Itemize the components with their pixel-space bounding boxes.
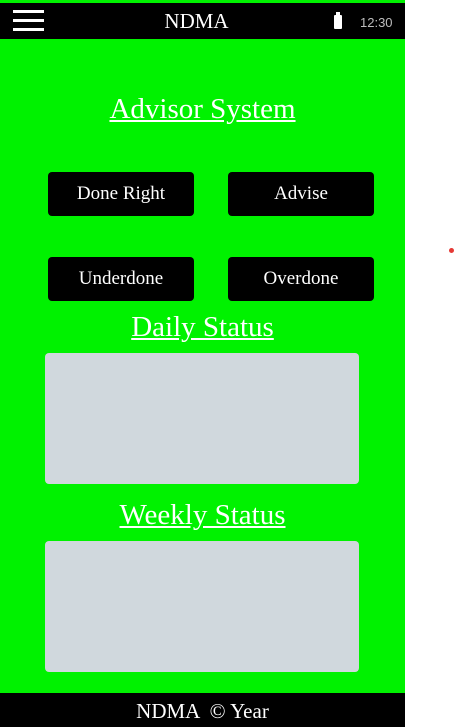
status-time: 12:30 (360, 15, 393, 30)
daily-status-panel (45, 353, 359, 484)
overdone-button[interactable]: Overdone (228, 257, 374, 301)
daily-status-heading: Daily Status (131, 311, 274, 343)
weekly-status-heading: Weekly Status (119, 499, 286, 531)
footer: NDMA © Year (0, 693, 405, 727)
weekly-status-panel (45, 541, 359, 672)
done-right-button[interactable]: Done Right (48, 172, 194, 216)
underdone-button[interactable]: Underdone (48, 257, 194, 301)
top-app-bar: NDMA 12:30 (0, 3, 405, 39)
app-screen: NDMA 12:30 Advisor System Done Right Adv… (0, 0, 405, 727)
advise-button[interactable]: Advise (228, 172, 374, 216)
battery-icon (334, 12, 342, 29)
red-dot-marker (449, 248, 454, 253)
page-title: Advisor System (109, 93, 296, 125)
